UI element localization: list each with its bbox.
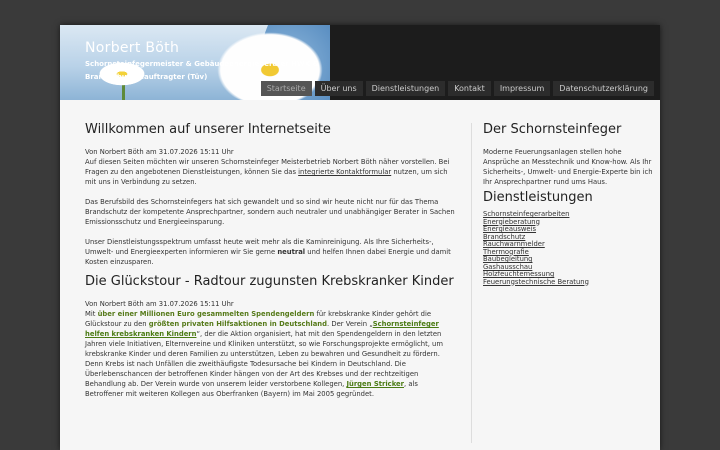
- nav-item-dienstleistungen[interactable]: Dienstleistungen: [365, 81, 446, 96]
- highlight-text: größten privaten Hilfsaktionen in Deutsc…: [148, 320, 328, 328]
- article-paragraph: Unser Dienstleistungsspektrum umfasst he…: [85, 237, 457, 267]
- person-link[interactable]: Jürgen Stricker: [346, 380, 404, 388]
- sidebar-title: Dienstleistungen: [483, 190, 593, 205]
- text-segment: Mit: [85, 310, 98, 318]
- article-meta: Von Norbert Böth am 31.07.2026 15:11 Uhr: [85, 300, 234, 308]
- article-meta: Von Norbert Böth am 31.07.2026 15:11 Uhr: [85, 148, 234, 156]
- sidebar-text: Moderne Feuerungsanlagen stellen hohe An…: [483, 148, 653, 186]
- text-segment: . Der Verein „: [327, 320, 373, 328]
- column-divider: [471, 123, 472, 443]
- main-navigation: Startseite Über uns Dienstleistungen Kon…: [260, 81, 654, 96]
- article-title: Die Glückstour - Radtour zugunsten Krebs…: [85, 274, 454, 289]
- highlight-text: über einer Millionen Euro gesammelten Sp…: [97, 310, 315, 318]
- contact-form-link[interactable]: integrierte Kontaktformular: [298, 168, 391, 176]
- article-text: Von Norbert Böth am 31.07.2026 15:11 Uhr…: [85, 299, 457, 399]
- nav-item-startseite[interactable]: Startseite: [260, 81, 312, 96]
- site-header: Norbert Böth Schornsteinfegermeister & G…: [60, 25, 660, 100]
- text-bold: neutral: [277, 248, 306, 256]
- sidebar-title: Der Schornsteinfeger: [483, 122, 622, 137]
- nav-item-datenschutz[interactable]: Datenschutzerklärung: [553, 81, 654, 96]
- services-list: Schornsteinfegerarbeiten Energieberatung…: [483, 210, 653, 287]
- sidebar: Der Schornsteinfeger Moderne Feuerungsan…: [483, 122, 653, 287]
- service-link[interactable]: Feuerungstechnische Beratung: [483, 278, 653, 287]
- site-title[interactable]: Norbert Böth: [85, 40, 179, 56]
- nav-item-kontakt[interactable]: Kontakt: [448, 81, 491, 96]
- nav-item-ueber-uns[interactable]: Über uns: [314, 81, 363, 96]
- article-title: Willkommen auf unserer Internetseite: [85, 122, 331, 137]
- article-paragraph: Das Berufsbild des Schornsteinfegers hat…: [85, 198, 455, 226]
- article-text: Von Norbert Böth am 31.07.2026 15:11 Uhr…: [85, 147, 457, 187]
- main-content: Willkommen auf unserer Internetseite Von…: [85, 122, 457, 409]
- page-container: Norbert Böth Schornsteinfegermeister & G…: [60, 25, 660, 450]
- nav-item-impressum[interactable]: Impressum: [493, 81, 551, 96]
